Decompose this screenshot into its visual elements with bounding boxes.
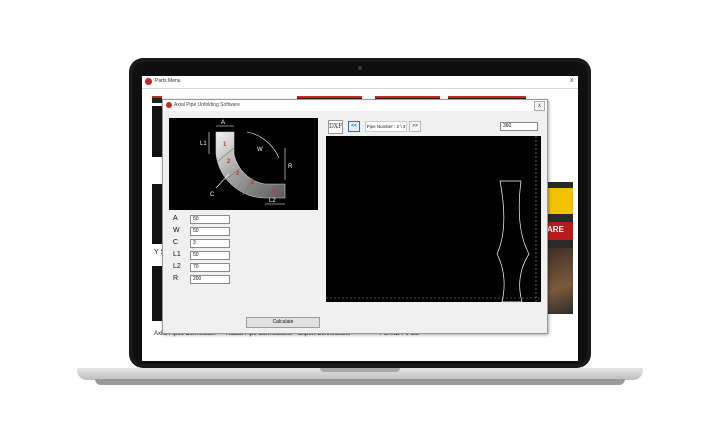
calculate-button[interactable]: Calculate bbox=[246, 317, 320, 328]
promo-banner-text: ARE bbox=[547, 225, 564, 234]
diagram-label-a: A bbox=[221, 120, 225, 126]
previous-pipe-button[interactable]: << bbox=[348, 121, 360, 132]
param-label-w: W bbox=[173, 227, 180, 234]
parts-menu-close-button[interactable]: x bbox=[570, 77, 574, 84]
preview-toolbar: DXF << Pipe Number : 2 \ 3 >> 360 bbox=[326, 118, 541, 135]
param-label-r: R bbox=[173, 275, 179, 282]
param-label-l1: L1 bbox=[173, 251, 181, 258]
unfold-canvas[interactable] bbox=[326, 136, 541, 302]
diagram-label-r: R bbox=[288, 164, 293, 170]
dialog-titlebar: Axial Pipe Unfolding Software x bbox=[163, 100, 547, 111]
diagram-label-l1: L1 bbox=[200, 141, 207, 147]
part-thumbnail[interactable] bbox=[152, 184, 162, 244]
diagram-label-w: W bbox=[257, 147, 263, 153]
unfolded-pipe-pattern bbox=[496, 180, 530, 302]
dxf-export-button[interactable]: DXF bbox=[328, 120, 343, 134]
param-label-a: A bbox=[173, 215, 178, 222]
diagram-label-c: C bbox=[210, 192, 215, 198]
pipe-number-label: Pipe Number : 2 \ 3 bbox=[365, 121, 407, 132]
parts-menu-titlebar: Parts Menu x bbox=[142, 76, 578, 89]
part-thumbnail[interactable] bbox=[152, 106, 162, 157]
diagram-label-l2: L2 bbox=[269, 198, 276, 204]
param-input-l1[interactable]: 50 bbox=[190, 251, 230, 260]
param-input-r[interactable]: 200 bbox=[190, 275, 230, 284]
param-label-l2: L2 bbox=[173, 263, 181, 270]
param-input-l2[interactable]: 70 bbox=[190, 263, 230, 272]
unfolding-dialog: Axial Pipe Unfolding Software x A L1 W R… bbox=[162, 99, 548, 334]
part-tile-top[interactable] bbox=[152, 96, 162, 103]
laptop-notch bbox=[320, 368, 400, 372]
parts-menu-title: Parts Menu bbox=[155, 78, 181, 84]
laptop-screen: Parts Menu x Y S Axial Pipes Connection … bbox=[142, 76, 578, 361]
angle-input[interactable]: 360 bbox=[500, 122, 538, 131]
dialog-title: Axial Pipe Unfolding Software bbox=[174, 102, 240, 108]
webcam bbox=[358, 66, 362, 70]
param-input-a[interactable]: 50 bbox=[190, 215, 230, 224]
elbow-shape bbox=[215, 131, 286, 199]
pipe-bend-diagram: A L1 W R C L2 1 2 2 2 3 bbox=[169, 118, 318, 210]
app-logo-icon bbox=[166, 102, 172, 108]
param-input-w[interactable]: 50 bbox=[190, 227, 230, 236]
unfold-preview-panel: DXF << Pipe Number : 2 \ 3 >> 360 bbox=[326, 118, 541, 327]
param-label-c: C bbox=[173, 239, 179, 246]
param-input-c[interactable]: 3 bbox=[190, 239, 230, 248]
app-logo-icon bbox=[145, 78, 152, 85]
part-thumbnail[interactable] bbox=[152, 266, 162, 321]
dialog-close-button[interactable]: x bbox=[534, 101, 545, 111]
laptop-base-shadow bbox=[95, 379, 625, 385]
parameters-panel: A L1 W R C L2 1 2 2 2 3 A 50 W 50 C 3 L1… bbox=[169, 118, 320, 328]
next-pipe-button[interactable]: >> bbox=[409, 121, 421, 132]
